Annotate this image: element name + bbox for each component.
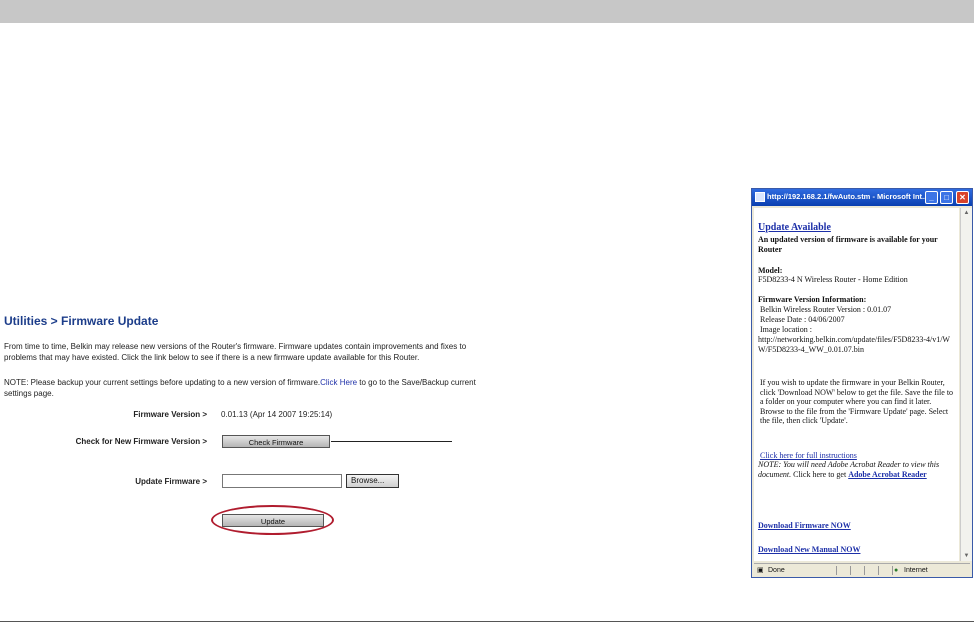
status-divider (836, 566, 837, 575)
status-zone: Internet (904, 567, 928, 574)
note-prefix: NOTE: Please backup your current setting… (4, 378, 321, 387)
close-icon[interactable]: ✕ (956, 191, 969, 204)
popup-statusbar: ▣ Done ● Internet (754, 563, 970, 577)
check-firmware-button[interactable]: Check Firmware (222, 435, 330, 448)
bottom-divider (0, 621, 974, 622)
update-available-heading[interactable]: Update Available (758, 223, 954, 233)
popup-titlebar[interactable]: http://192.168.2.1/fwAuto.stm - Microsof… (752, 189, 972, 206)
intro-text: From time to time, Belkin may release ne… (4, 342, 467, 362)
firmware-version-label: Firmware Version > (133, 410, 207, 419)
scroll-down-icon[interactable]: ▼ (962, 552, 971, 560)
scroll-up-icon[interactable]: ▲ (962, 209, 971, 217)
status-divider (878, 566, 879, 575)
backup-note: NOTE: Please backup your current setting… (4, 377, 484, 399)
firmware-file-input[interactable] (222, 474, 342, 488)
update-highlight-circle (211, 505, 334, 535)
popup-title: http://192.168.2.1/fwAuto.stm - Microsof… (767, 192, 925, 201)
acrobat-note: NOTE: You will need Adobe Acrobat Reader… (758, 460, 954, 479)
status-divider (864, 566, 865, 575)
status-divider (850, 566, 851, 575)
acrobat-prefix: Click here to get (791, 469, 849, 479)
fw-version: Belkin Wireless Router Version : 0.01.07 (760, 305, 892, 314)
page-done-icon: ▣ (757, 567, 764, 574)
release-date: Release Date : 04/06/2007 (760, 315, 845, 324)
status-divider (892, 566, 893, 575)
globe-icon: ● (894, 567, 899, 574)
browse-button[interactable]: Browse... (346, 474, 399, 488)
firmware-popup-window: http://192.168.2.1/fwAuto.stm - Microsof… (751, 188, 973, 578)
save-backup-link[interactable]: Click Here (320, 378, 357, 387)
popup-scrollbar[interactable]: ▲ ▼ (960, 208, 972, 561)
fw-info-label: Firmware Version Information: (758, 295, 867, 304)
check-firmware-label: Check for New Firmware Version > (75, 437, 207, 446)
image-location-url: http://networking.belkin.com/update/file… (758, 335, 950, 354)
top-header-bar (0, 0, 974, 23)
download-manual-link[interactable]: Download New Manual NOW (758, 545, 954, 555)
minimize-icon[interactable]: _ (925, 191, 938, 204)
maximize-icon[interactable]: □ (940, 191, 953, 204)
download-firmware-link[interactable]: Download Firmware NOW (758, 521, 954, 531)
firmware-version-value: 0.01.13 (Apr 14 2007 19:25:14) (221, 410, 333, 419)
ie-page-icon (755, 192, 765, 202)
page-title: Utilities > Firmware Update (4, 314, 159, 328)
update-instructions: If you wish to update the firmware in yo… (760, 378, 954, 425)
update-subheading: An updated version of firmware is availa… (758, 235, 938, 254)
update-firmware-label: Update Firmware > (135, 477, 207, 486)
acrobat-link[interactable]: Adobe Acrobat Reader (848, 470, 927, 479)
callout-line (331, 441, 452, 442)
status-done: Done (768, 567, 785, 574)
popup-content: Update Available An updated version of f… (754, 208, 959, 561)
image-location-label: Image location : (760, 325, 812, 334)
model-value: F5D8233-4 N Wireless Router - Home Editi… (758, 275, 908, 284)
